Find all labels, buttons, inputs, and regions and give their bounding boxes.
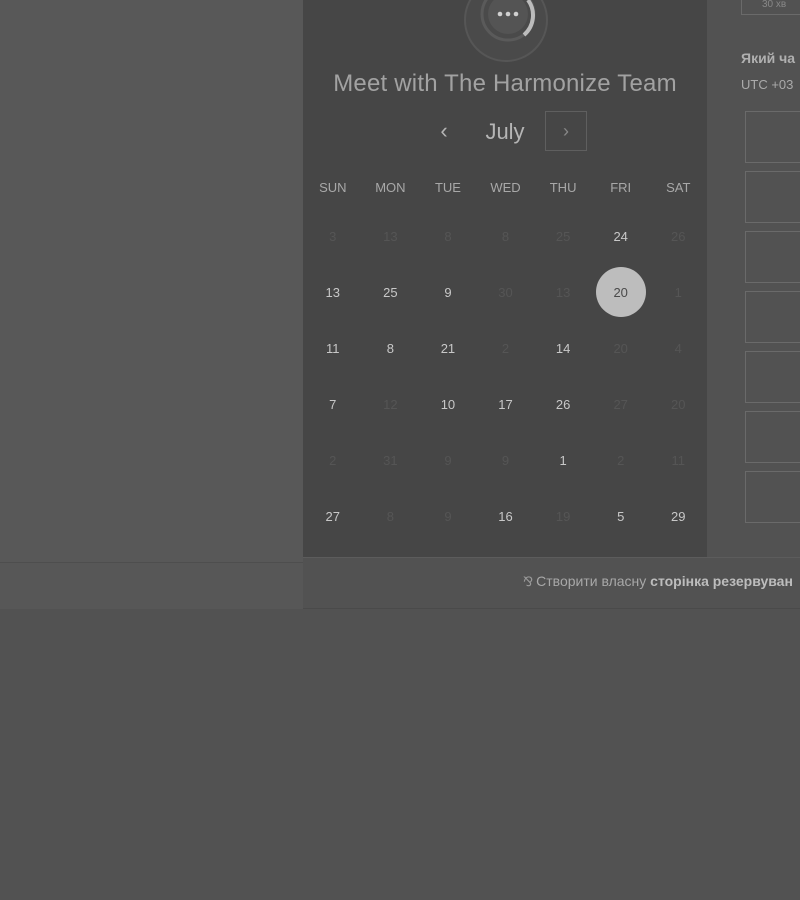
week-row: 11 8 21 2 14 20 4 (303, 320, 707, 376)
weekday-wed: WED (490, 180, 521, 195)
day-cell[interactable]: 29 (649, 488, 707, 544)
time-slot-button[interactable] (745, 231, 800, 283)
day-cell: 12 (383, 396, 398, 412)
day-cell: 31 (383, 452, 398, 468)
timezone-label[interactable]: UTC +03 (741, 77, 793, 92)
time-slot-button[interactable] (745, 411, 800, 463)
day-cell[interactable]: 21 (419, 320, 477, 376)
day-cell[interactable]: 10 (419, 376, 477, 432)
loading-avatar (464, 0, 548, 62)
week-row: 2 31 9 9 1 2 11 (303, 432, 707, 488)
day-cell: 11 (671, 452, 686, 468)
day-cell: 13 (383, 228, 398, 244)
day-cell[interactable]: 27 (304, 488, 362, 544)
day-cell: 13 (555, 284, 571, 300)
week-row: 3 13 8 8 25 24 26 (303, 208, 707, 264)
weekday-sat: SAT (666, 180, 691, 195)
footer-bar: ⅋ Створити власну сторінка резервуван (303, 557, 800, 609)
time-slot-button[interactable] (745, 111, 800, 163)
day-cell: 30 (498, 284, 513, 300)
hubspot-sprocket-icon: ⅋ (523, 574, 534, 589)
month-navigation: ‹ July › (303, 110, 707, 154)
week-row: 27 8 9 16 19 5 29 (303, 488, 707, 544)
loading-spinner-icon (480, 0, 536, 42)
day-cell[interactable]: 26 (534, 376, 592, 432)
time-slot-button[interactable] (745, 351, 800, 403)
day-cell: 9 (444, 508, 452, 524)
calendar-grid: SUN MON TUE WED THU FRI SAT 3 13 8 8 25 24 26 13 25 9 30… (303, 168, 707, 544)
footer-text-prefix: Створити власну (536, 573, 647, 589)
week-row: 13 25 9 30 13 20 1 (303, 264, 707, 320)
day-cell: 9 (501, 452, 510, 468)
duration-selector[interactable]: 30 хв (741, 0, 800, 15)
left-panel-footer (0, 562, 303, 609)
calendar-weeks: 3 13 8 8 25 24 26 13 25 9 30 13 20 1 11 8 21 2 14 20 4 7 12 10 1… (303, 208, 707, 544)
time-slot-button[interactable] (745, 471, 800, 523)
day-cell: 1 (674, 284, 682, 300)
day-cell: 20 (613, 340, 628, 356)
week-row: 7 12 10 17 26 27 20 (303, 376, 707, 432)
day-cell: 20 (671, 396, 686, 412)
month-label: July (485, 119, 525, 144)
day-cell: 8 (386, 508, 394, 524)
weekday-tue: TUE (434, 180, 461, 195)
weekday-header-row: SUN MON TUE WED THU FRI SAT (303, 168, 707, 208)
day-cell: 9 (444, 452, 452, 468)
day-cell[interactable]: 17 (477, 376, 535, 432)
time-selection-panel: 30 хв Який ча UTC +03 (707, 0, 800, 557)
time-slot-button[interactable] (745, 171, 800, 223)
day-cell[interactable]: 24 (592, 208, 650, 264)
day-cell[interactable]: 25 (362, 264, 420, 320)
next-month-button[interactable]: › (545, 111, 587, 151)
day-cell[interactable]: 16 (477, 488, 535, 544)
day-cell: 25 (555, 228, 571, 244)
weekday-mon: MON (375, 180, 406, 195)
previous-month-button[interactable]: ‹ (429, 110, 459, 152)
day-cell[interactable]: 8 (362, 320, 420, 376)
day-cell[interactable]: 13 (304, 264, 362, 320)
day-cell[interactable]: 5 (592, 488, 650, 544)
day-cell: 26 (671, 228, 686, 244)
day-cell: 27 (613, 396, 628, 412)
footer-text-bold: сторінка резервуван (650, 573, 793, 589)
day-cell: 3 (329, 228, 337, 244)
create-booking-page-link[interactable]: ⅋ Створити власну сторінка резервуван (523, 558, 793, 606)
day-cell: 19 (555, 508, 571, 524)
day-cell: 8 (501, 228, 510, 244)
day-cell[interactable]: 7 (304, 376, 362, 432)
left-panel (0, 0, 303, 562)
day-cell: 2 (329, 452, 337, 468)
day-cell[interactable]: 9 (419, 264, 477, 320)
day-cell[interactable]: 14 (534, 320, 592, 376)
selected-day-label: 20 (595, 267, 646, 317)
weekday-sun: SUN (319, 180, 347, 195)
meeting-title: Meet with The Harmonize Team (333, 70, 677, 97)
day-cell: 4 (674, 340, 682, 356)
day-cell-selected[interactable]: 20 (592, 264, 650, 320)
day-cell: 8 (444, 228, 452, 244)
weekday-fri: FRI (610, 180, 632, 195)
time-question-heading: Який ча (741, 50, 796, 66)
day-cell[interactable]: 1 (534, 432, 592, 488)
time-slot-button[interactable] (745, 291, 800, 343)
weekday-thu: THU (549, 180, 577, 195)
day-cell: 2 (617, 452, 625, 468)
day-cell: 2 (501, 340, 510, 356)
day-cell[interactable]: 11 (304, 320, 362, 376)
